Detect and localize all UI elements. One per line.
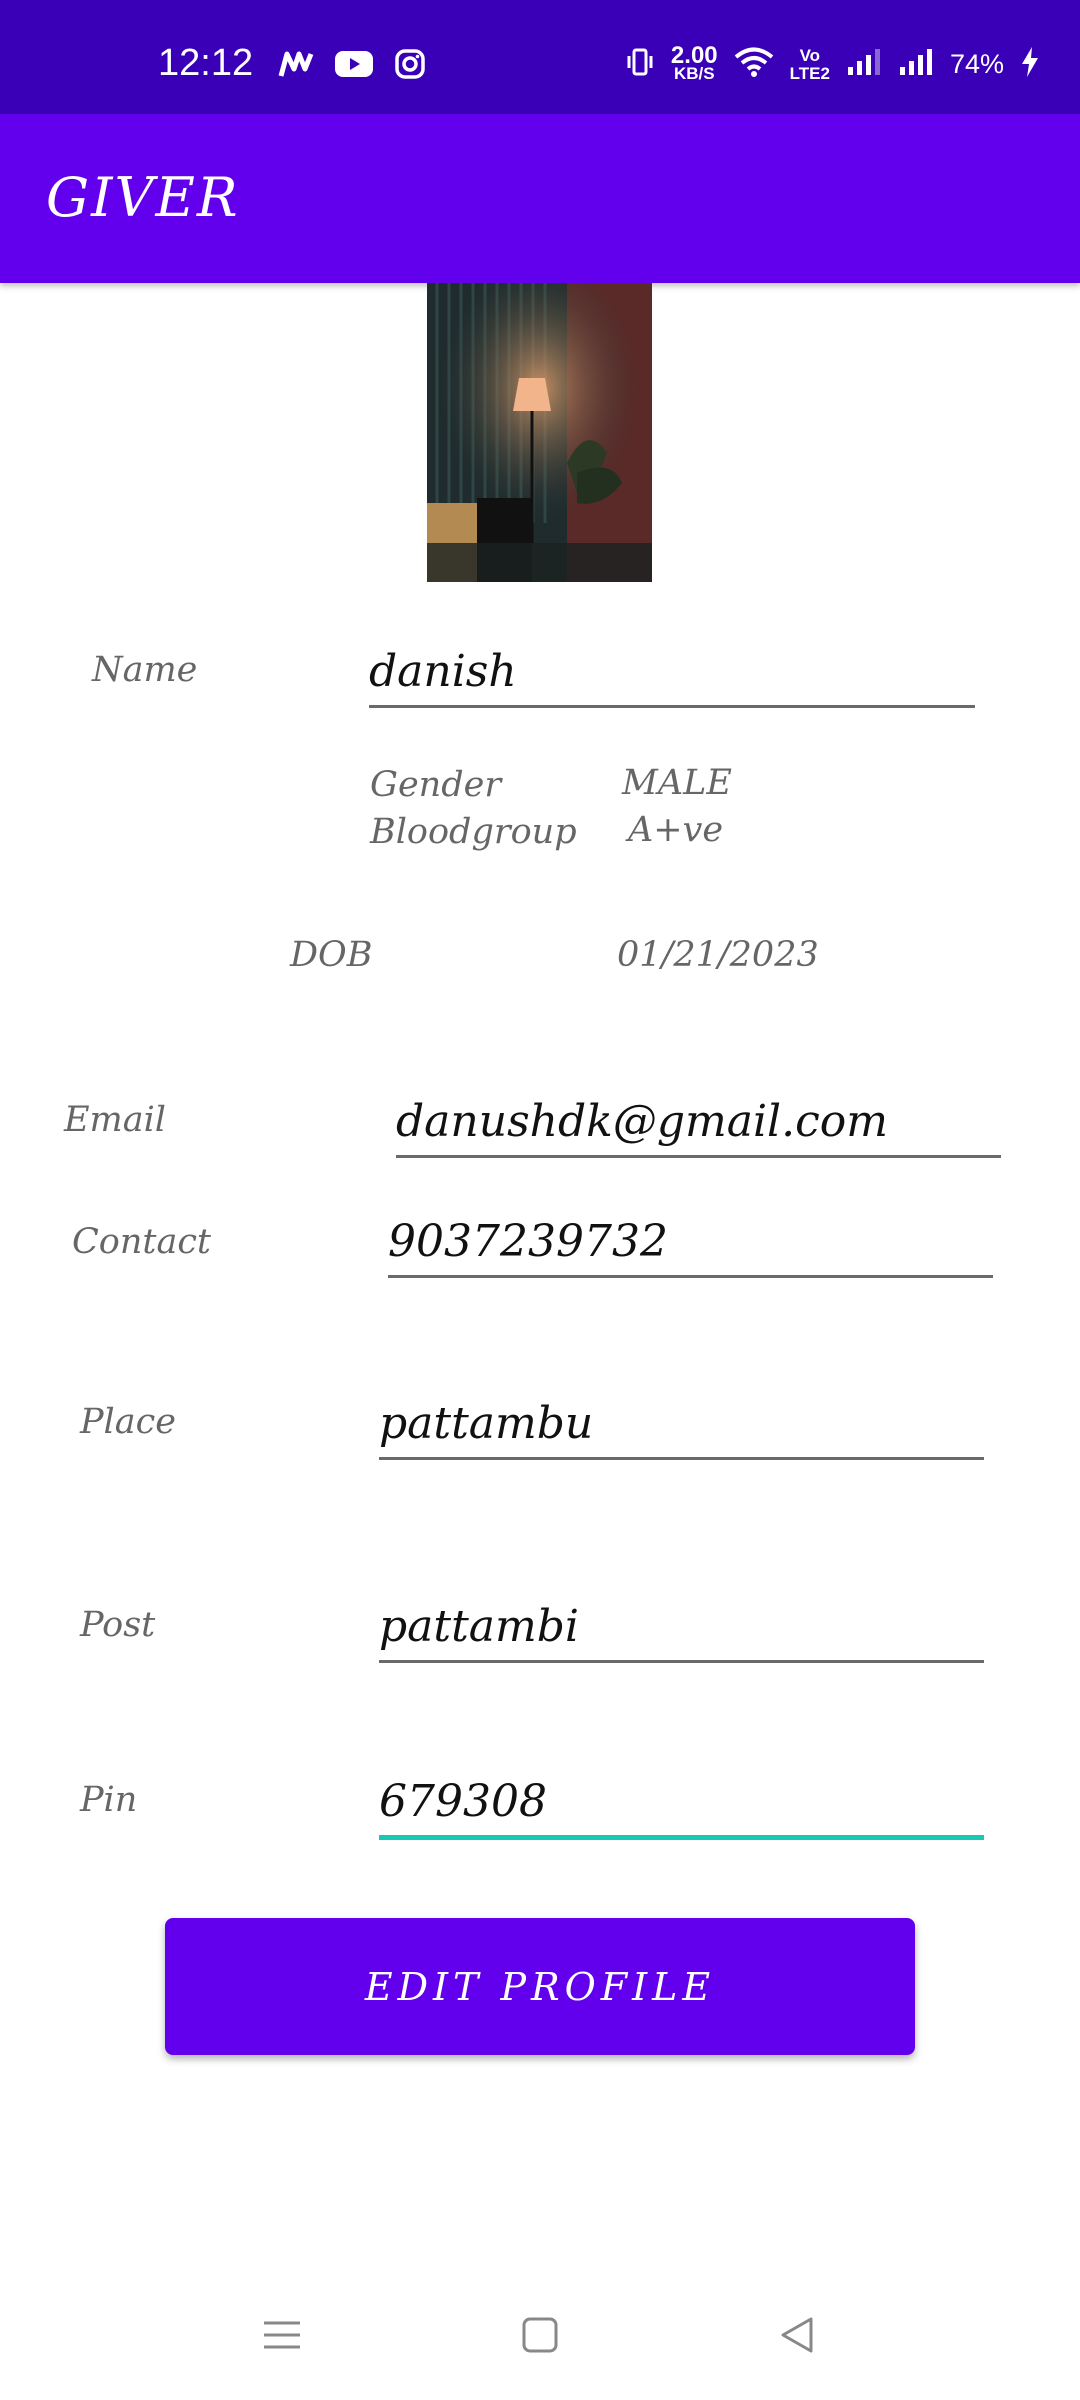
back-icon — [781, 2317, 813, 2353]
post-label: Post — [80, 1605, 156, 1645]
home-icon — [522, 2317, 558, 2353]
name-label: Name — [92, 650, 198, 690]
app-bar: GIVER — [0, 114, 1080, 283]
contact-input[interactable] — [388, 1216, 993, 1275]
signal-icon-1 — [846, 47, 882, 82]
instagram-icon — [394, 48, 426, 84]
pin-input[interactable] — [379, 1776, 984, 1835]
network-speed: 2.00 KB/S — [670, 41, 718, 83]
pin-label: Pin — [80, 1780, 138, 1820]
app-title: GIVER — [46, 166, 240, 229]
vibrate-icon — [625, 46, 655, 83]
youtube-icon — [334, 49, 374, 83]
status-bar: 12:12 2.00 KB/S Vo LTE2 74% — [0, 0, 1080, 114]
email-input[interactable] — [396, 1096, 1001, 1155]
home-button[interactable] — [505, 2300, 575, 2370]
wifi-icon — [734, 46, 774, 83]
contact-field[interactable] — [388, 1216, 993, 1278]
place-label: Place — [80, 1402, 176, 1442]
contact-label: Contact — [72, 1222, 211, 1262]
dob-label: DOB — [290, 935, 373, 975]
pin-field[interactable] — [379, 1776, 984, 1840]
post-field[interactable] — [379, 1601, 984, 1663]
back-button[interactable] — [762, 2300, 832, 2370]
bloodgroup-value: A+ve — [628, 810, 724, 850]
status-time: 12:12 — [158, 42, 254, 84]
post-input[interactable] — [379, 1601, 984, 1660]
edit-profile-button[interactable]: EDIT PROFILE — [165, 1918, 915, 2055]
place-input[interactable] — [379, 1398, 984, 1457]
myntra-icon — [278, 49, 314, 83]
bloodgroup-label: Bloodgroup — [370, 812, 577, 852]
volte-icon: Vo LTE2 — [789, 45, 830, 83]
recents-button[interactable] — [247, 2300, 317, 2370]
dob-value: 01/21/2023 — [617, 935, 819, 975]
email-label: Email — [64, 1100, 166, 1140]
profile-photo — [427, 283, 652, 582]
name-input[interactable] — [369, 646, 975, 705]
battery-percent: 74% — [949, 49, 1004, 79]
charging-icon — [1020, 46, 1040, 83]
navigation-bar — [0, 2270, 1080, 2400]
email-field[interactable] — [396, 1096, 1001, 1158]
gender-label: Gender — [370, 765, 502, 805]
menu-icon — [264, 2321, 300, 2349]
gender-value: MALE — [622, 763, 732, 803]
place-field[interactable] — [379, 1398, 984, 1460]
name-field[interactable] — [369, 646, 975, 708]
signal-icon-2 — [898, 47, 934, 82]
